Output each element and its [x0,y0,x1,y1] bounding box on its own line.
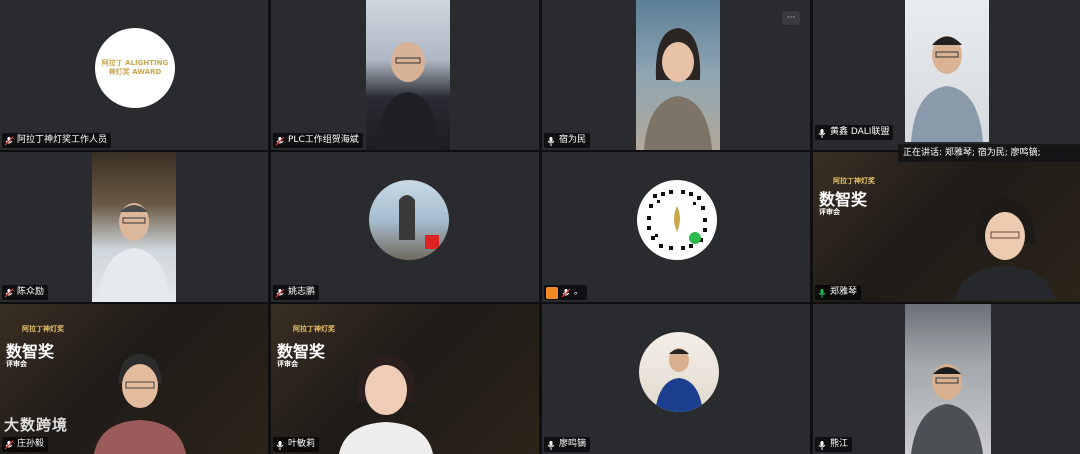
participant-tile[interactable]: 熊江 [813,304,1080,454]
participant-tile[interactable]: 姚志鹏 [271,152,539,302]
participant-video [636,0,720,150]
mic-speaking-icon [818,288,826,298]
participant-name: 陈众励 [17,287,45,297]
participant-video [366,0,450,150]
participant-name: PLC工作组贺海斌 [288,135,359,145]
participant-tile[interactable]: 黄鑫 DALI联盟 [813,0,1080,150]
participant-video [92,152,176,302]
participant-avatar [369,180,449,260]
participant-video [905,0,989,142]
participant-video [331,344,441,454]
banner-brand: 阿拉丁神灯奖 [833,177,875,185]
participant-name: 熊江 [830,439,849,449]
banner-brand: 阿拉丁神灯奖 [293,325,335,333]
participant-name: 黄鑫 DALI联盟 [830,127,890,137]
participant-tile[interactable]: 廖鸣镝 [542,304,810,454]
logo-line-1: 阿拉丁 ALIGHTING [101,59,169,67]
banner-brand: 阿拉丁神灯奖 [22,325,64,333]
participant-video [905,304,991,454]
participant-video [90,344,190,454]
participant-name-tag: 陈众励 [2,285,49,300]
more-options-button[interactable]: ··· [782,11,800,25]
participant-name: 庄孙毅 [17,439,45,449]
user-icon [546,286,558,299]
mic-muted-icon [275,288,285,297]
active-speakers-bar: 正在讲话: 郑雅琴; 宿为民; 廖鸣镝; [898,144,1080,162]
mic-icon [818,440,826,450]
mic-muted-icon [561,288,571,297]
mic-muted-icon [4,440,14,449]
participant-name-tag: 阿拉丁神灯奖工作人员 [2,133,112,148]
participant-name-tag: 郑雅琴 [815,285,862,300]
participant-name-tag: 黄鑫 DALI联盟 [815,125,894,140]
participant-name-tag: 。 [544,285,588,300]
participant-tile[interactable]: ··· 宿为民 [542,0,810,150]
participant-tile[interactable]: 。 [542,152,810,302]
alighting-award-logo: 阿拉丁 ALIGHTING 神灯奖 AWARD [95,28,175,108]
participant-name-tag: 庄孙毅 [2,437,49,452]
participant-name: 阿拉丁神灯奖工作人员 [17,135,108,145]
participant-avatar [639,332,719,412]
qr-code-avatar [637,180,717,260]
participant-name-tag: 廖鸣镝 [544,437,591,452]
participant-tile[interactable]: 陈众励 [0,152,268,302]
active-speakers-text: 正在讲话: 郑雅琴; 宿为民; 廖鸣镝; [903,148,1041,158]
participant-tile[interactable]: 阿拉丁 ALIGHTING 神灯奖 AWARD 阿拉丁神灯奖工作人员 [0,0,268,150]
participant-name-tag: 叶敏莉 [273,437,320,452]
participant-name: 郑雅琴 [830,287,858,297]
mic-muted-icon [4,288,14,297]
mic-icon [547,440,555,450]
banner-subtitle: 评审会 [6,360,27,368]
mic-muted-icon [275,136,285,145]
active-speaker-tile[interactable]: 阿拉丁神灯奖 数智奖 评审会 郑雅琴 [813,152,1080,302]
participant-name: 廖鸣镝 [559,439,587,449]
banner-subtitle: 评审会 [819,208,840,216]
participant-name: 宿为民 [559,135,587,145]
mic-icon [547,136,555,146]
participant-name: 叶敏莉 [288,439,316,449]
mic-icon [276,440,284,450]
mic-icon [818,128,826,138]
watermark: 大数跨境 [4,414,68,435]
participant-name-tag: 姚志鹏 [273,285,320,300]
participant-tile[interactable]: 阿拉丁神灯奖 数智奖 评审会 叶敏莉 [271,304,539,454]
participant-name-tag: PLC工作组贺海斌 [273,133,363,148]
participant-video [945,186,1065,300]
banner-subtitle: 评审会 [277,360,298,368]
video-grid: 阿拉丁 ALIGHTING 神灯奖 AWARD 阿拉丁神灯奖工作人员 PLC工作… [0,0,1080,454]
participant-name: 。 [574,287,584,297]
watermark-text: 大数跨境 [4,416,69,434]
participant-name: 姚志鹏 [288,287,316,297]
participant-tile[interactable]: PLC工作组贺海斌 [271,0,539,150]
mic-muted-icon [4,136,14,145]
logo-line-2: 神灯奖 AWARD [108,68,162,76]
participant-name-tag: 宿为民 [544,133,591,148]
participant-name-tag: 熊江 [815,437,853,452]
